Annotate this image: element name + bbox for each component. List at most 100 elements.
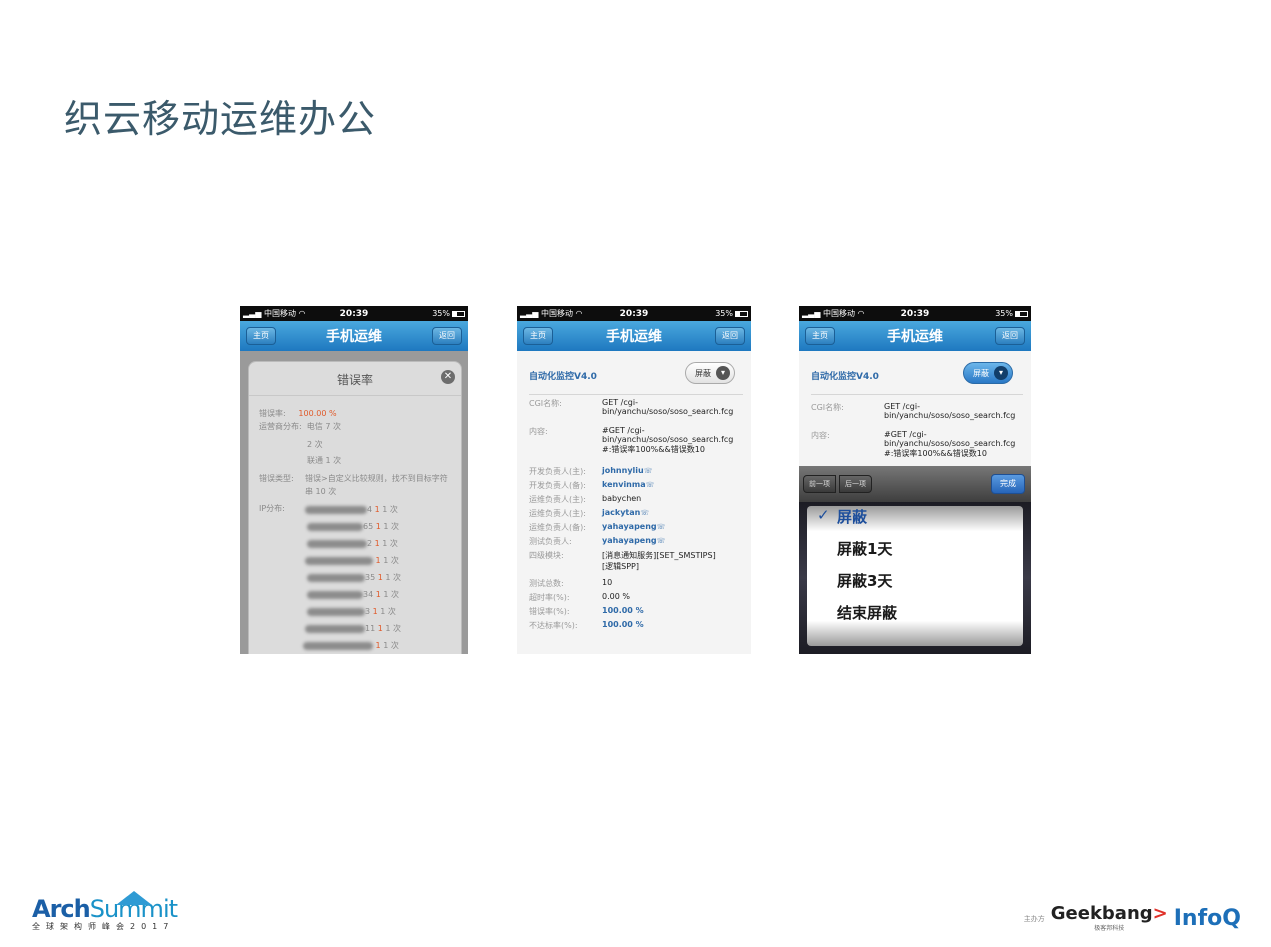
checkmark-icon: ✓ — [817, 506, 830, 524]
ip-row: 2 1 1 次 — [307, 538, 398, 549]
field-ops-owner-backup: 运维负责人(备): yahayapeng☏ — [529, 522, 666, 532]
phone-screenshot-shield-picker: ▂▃▅ 中国移动 ◠ 20:39 35% 主页 手机运维 返回 自动化监控V4.… — [799, 306, 1031, 654]
battery-icon — [1015, 310, 1028, 317]
ip-row: 1 1 次 — [303, 640, 399, 651]
battery-indicator: 35% — [715, 309, 748, 318]
field-cgi: CGI名称: GET /cgi-bin/yanchu/soso/soso_sear… — [811, 402, 1016, 420]
row-error-rate: 错误率: 100.00 % — [259, 409, 337, 418]
field-module: 四级模块: [消息通知服务][SET_SMSTIPS] [逻辑SPP] — [529, 551, 716, 571]
picker-option[interactable]: 屏蔽 — [837, 506, 867, 527]
home-button[interactable]: 主页 — [805, 327, 835, 345]
back-button[interactable]: 返回 — [715, 327, 745, 345]
field-content: 内容: #GET /cgi-bin/yanchu/soso/soso_search… — [811, 430, 1016, 458]
field-dev-owner-backup: 开发负责人(备): kenvinma☏ — [529, 480, 655, 490]
modal-title: 错误率 — [249, 362, 461, 396]
phone-icon[interactable]: ☏ — [657, 523, 666, 531]
home-button[interactable]: 主页 — [246, 327, 276, 345]
carrier-label: ▂▃▅ 中国移动 ◠ — [243, 309, 306, 318]
page-title: 织云移动运维办公 — [64, 97, 377, 141]
picker-option[interactable]: 屏蔽1天 — [837, 538, 892, 559]
row-carrier: 运营商分布: 电信 7 次 — [259, 422, 341, 431]
field-dev-owner-main: 开发负责人(主): johnnyliu☏ — [529, 466, 653, 476]
nav-bar: 主页 手机运维 返回 — [799, 321, 1031, 351]
picker-wheel[interactable]: ✓ 屏蔽 屏蔽1天 屏蔽3天 结束屏蔽 — [807, 506, 1023, 646]
status-bar: ▂▃▅ 中国移动 ◠ 20:39 35% — [517, 306, 751, 321]
carrier-label: ▂▃▅ 中国移动 ◠ — [802, 309, 865, 318]
nav-title: 手机运维 — [606, 329, 662, 345]
archsummit-subtitle: 全球架构师峰会2017 — [32, 922, 175, 931]
field-ops-owner-main: 运维负责人(主): babychen — [529, 494, 642, 504]
battery-icon — [735, 310, 748, 317]
detail-content: 自动化监控V4.0 屏蔽 ▾ CGI名称: GET /cgi-bin/yanchu… — [517, 351, 751, 654]
row-ip-label: IP分布: — [259, 504, 285, 513]
field-error-rate: 错误率(%): 100.00 % — [529, 606, 644, 616]
field-fail-rate: 不达标率(%): 100.00 % — [529, 620, 644, 630]
picker-option[interactable]: 屏蔽3天 — [837, 570, 892, 591]
error-rate-modal: 错误率 ✕ 错误率: 100.00 % 运营商分布: 电信 7 次 2 次 联通… — [248, 361, 462, 654]
next-button[interactable]: 后一项 — [839, 475, 872, 493]
mountain-icon — [116, 891, 152, 905]
section-heading: 自动化监控V4.0 — [811, 372, 879, 382]
phone-icon[interactable]: ☏ — [657, 537, 666, 545]
field-content: 内容: #GET /cgi-bin/yanchu/soso/soso_search… — [529, 426, 734, 454]
nav-bar: 主页 手机运维 返回 — [240, 321, 468, 351]
slide: 织云移动运维办公 ▂▃▅ 中国移动 ◠ 20:39 35% 主页 手机运维 返回… — [0, 0, 1271, 947]
ip-row: 1 1 次 — [305, 555, 399, 566]
ip-row: 3 1 1 次 — [307, 606, 396, 617]
chevron-down-icon: ▾ — [994, 366, 1008, 380]
infoq-logo: InfoQ — [1173, 906, 1241, 931]
prev-button[interactable]: 前一项 — [803, 475, 836, 493]
divider — [811, 394, 1023, 395]
phone-icon[interactable]: ☏ — [640, 509, 649, 517]
row-error-type: 错误类型: 错误>自定义比较规则，找不到目标字符串 10 次 — [259, 474, 448, 496]
geekbang-logo: Geekbang> 极客邦科技 — [1050, 903, 1168, 933]
row-carrier-3: 联通 1 次 — [307, 456, 342, 465]
battery-icon — [452, 310, 465, 317]
phone-screenshot-monitor-detail: ▂▃▅ 中国移动 ◠ 20:39 35% 主页 手机运维 返回 自动化监控V4.… — [517, 306, 751, 654]
status-time: 20:39 — [619, 308, 649, 319]
nav-title: 手机运维 — [326, 329, 382, 345]
ip-row: 34 1 1 次 — [307, 589, 399, 600]
section-heading: 自动化监控V4.0 — [529, 372, 597, 382]
modal-overlay: 错误率 ✕ 错误率: 100.00 % 运营商分布: 电信 7 次 2 次 联通… — [240, 351, 468, 654]
carrier-dist-value: 电信 7 次 — [306, 422, 341, 431]
status-bar: ▂▃▅ 中国移动 ◠ 20:39 35% — [799, 306, 1031, 321]
phone-screenshot-error-rate: ▂▃▅ 中国移动 ◠ 20:39 35% 主页 手机运维 返回 错误率 ✕ 错误… — [240, 306, 468, 654]
row-carrier-2: 2 次 — [307, 440, 323, 449]
archsummit-logo: ArchSummit 全球架构师峰会2017 — [32, 891, 178, 932]
ip-row: 65 1 1 次 — [307, 521, 399, 532]
battery-indicator: 35% — [432, 309, 465, 318]
back-button[interactable]: 返回 — [432, 327, 462, 345]
status-time: 20:39 — [900, 308, 930, 319]
shield-dropdown-button[interactable]: 屏蔽 ▾ — [685, 362, 735, 384]
chevron-down-icon: ▾ — [716, 366, 730, 380]
field-ops-owner-main-2: 运维负责人(主): jackytan☏ — [529, 508, 650, 518]
carrier-label: ▂▃▅ 中国移动 ◠ — [520, 309, 583, 318]
sponsor-logos: 主办方 Geekbang> 极客邦科技 InfoQ — [1023, 903, 1241, 933]
option-picker: ✓ 屏蔽 屏蔽1天 屏蔽3天 结束屏蔽 — [799, 502, 1031, 654]
error-rate-value: 100.00 % — [298, 409, 337, 418]
done-button[interactable]: 完成 — [991, 474, 1025, 494]
field-test-owner: 测试负责人: yahayapeng☏ — [529, 536, 666, 546]
ip-row: 35 1 1 次 — [307, 572, 401, 583]
phone-icon[interactable]: ☏ — [644, 467, 653, 475]
nav-bar: 主页 手机运维 返回 — [517, 321, 751, 351]
back-button[interactable]: 返回 — [995, 327, 1025, 345]
status-bar: ▂▃▅ 中国移动 ◠ 20:39 35% — [240, 306, 468, 321]
close-icon[interactable]: ✕ — [441, 370, 455, 384]
nav-title: 手机运维 — [887, 329, 943, 345]
status-time: 20:39 — [339, 308, 369, 319]
field-cgi: CGI名称: GET /cgi-bin/yanchu/soso/soso_sear… — [529, 398, 734, 416]
ip-row: 11 1 1 次 — [305, 623, 401, 634]
home-button[interactable]: 主页 — [523, 327, 553, 345]
battery-indicator: 35% — [995, 309, 1028, 318]
divider — [529, 394, 743, 395]
shield-dropdown-button[interactable]: 屏蔽 ▾ — [963, 362, 1013, 384]
picker-toolbar: 前一项 后一项 johnnyliukenvinma 完成 — [799, 466, 1031, 649]
sponsor-label: 主办方 — [1023, 914, 1045, 923]
field-test-total: 测试总数: 10 — [529, 578, 613, 588]
phone-icon[interactable]: ☏ — [646, 481, 655, 489]
picker-option[interactable]: 结束屏蔽 — [837, 602, 897, 623]
ip-row: 4 1 1 次 — [305, 504, 398, 515]
field-timeout-rate: 超时率(%): 0.00 % — [529, 592, 630, 602]
